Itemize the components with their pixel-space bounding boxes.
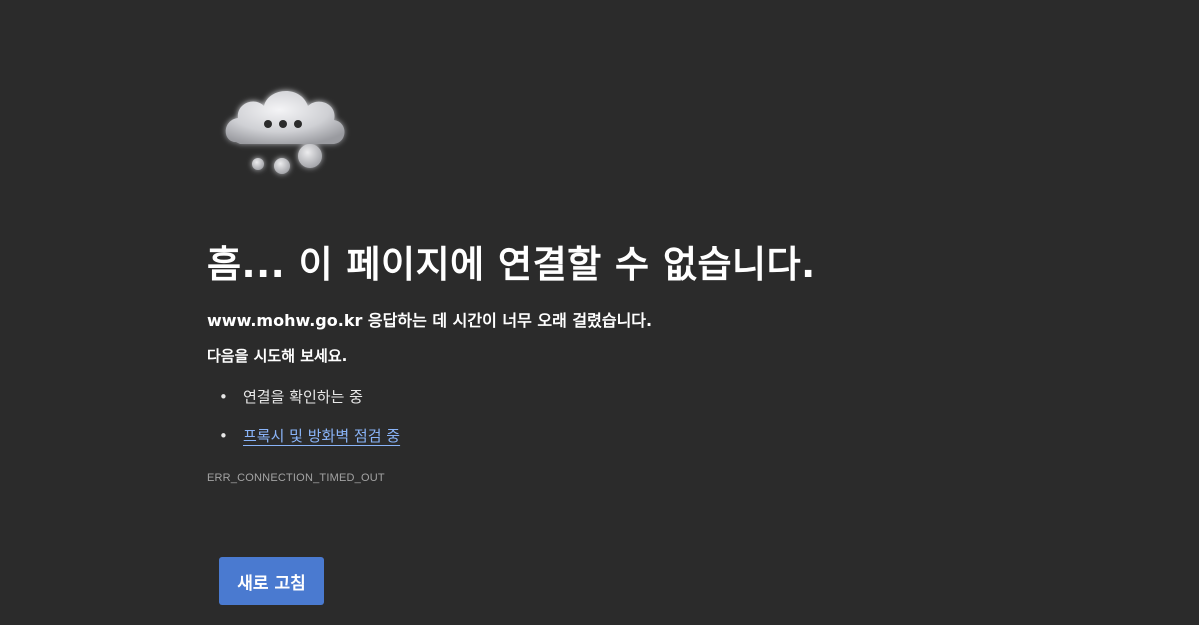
suggestions-heading: 다음을 시도해 보세요.: [207, 347, 348, 365]
reload-button[interactable]: 새로 고침: [219, 557, 324, 605]
list-item: • 프록시 및 방화벽 점검 중: [207, 423, 400, 462]
suggestions-list: • 연결을 확인하는 중 • 프록시 및 방화벽 점검 중: [207, 384, 400, 462]
bullet-icon: •: [219, 427, 228, 445]
error-code: ERR_CONNECTION_TIMED_OUT: [207, 472, 385, 484]
site-domain: www.mohw.go.kr: [207, 311, 363, 330]
page-title: 흠... 이 페이지에 연결할 수 없습니다.: [207, 243, 816, 286]
cloud-error-icon: [225, 90, 345, 174]
suggestion-check-connection: 연결을 확인하는 중: [243, 388, 363, 406]
list-item: • 연결을 확인하는 중: [207, 384, 400, 423]
error-page: 흠... 이 페이지에 연결할 수 없습니다. www.mohw.go.kr 응…: [0, 0, 1199, 625]
error-summary: www.mohw.go.kr 응답하는 데 시간이 너무 오래 걸렸습니다.: [207, 310, 652, 332]
error-summary-text: 응답하는 데 시간이 너무 오래 걸렸습니다.: [362, 311, 653, 330]
proxy-firewall-link[interactable]: 프록시 및 방화벽 점검 중: [243, 427, 400, 445]
bullet-icon: •: [219, 388, 228, 406]
